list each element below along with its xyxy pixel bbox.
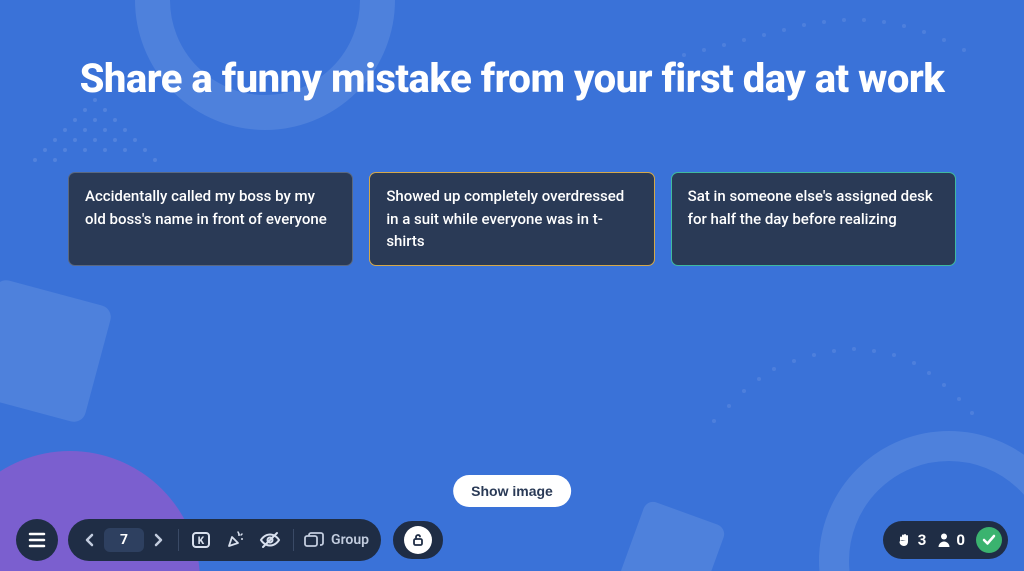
status-badge <box>976 527 1002 553</box>
svg-text:K: K <box>198 536 205 547</box>
raised-hands-stat: 3 <box>897 531 927 549</box>
response-card[interactable]: Showed up completely overdressed in a su… <box>369 172 654 266</box>
chevron-right-icon <box>154 533 164 547</box>
bottom-toolbar: 7 K <box>16 519 1008 561</box>
eye-off-icon <box>259 531 281 549</box>
participants-stat: 0 <box>937 531 965 549</box>
main-controls-pill: 7 K <box>68 519 381 561</box>
confetti-icon <box>225 530 245 550</box>
slide-number[interactable]: 7 <box>104 528 144 552</box>
stats-pill[interactable]: 3 0 <box>883 521 1008 559</box>
person-icon <box>937 532 951 548</box>
menu-button[interactable] <box>16 519 58 561</box>
unlock-icon <box>411 533 425 547</box>
participants-count: 0 <box>956 531 965 549</box>
check-icon <box>982 534 996 546</box>
hand-icon <box>897 532 913 549</box>
menu-icon <box>28 532 46 548</box>
group-button[interactable]: Group <box>304 532 369 548</box>
response-card[interactable]: Sat in someone else's assigned desk for … <box>671 172 956 266</box>
raised-hands-count: 3 <box>918 531 927 549</box>
group-icon <box>304 532 324 548</box>
confetti-button[interactable] <box>223 528 247 552</box>
lock-toggle-button[interactable] <box>391 519 445 561</box>
response-card[interactable]: Accidentally called my boss by my old bo… <box>68 172 353 266</box>
hide-results-button[interactable] <box>257 529 283 551</box>
show-image-button[interactable]: Show image <box>453 475 571 507</box>
group-label: Group <box>331 532 369 548</box>
prev-slide-button[interactable] <box>80 529 98 551</box>
response-text: Sat in someone else's assigned desk for … <box>688 185 939 230</box>
next-slide-button[interactable] <box>150 529 168 551</box>
keyboard-shortcuts-button[interactable]: K <box>189 529 213 551</box>
page-title: Share a funny mistake from your first da… <box>40 55 985 102</box>
response-text: Showed up completely overdressed in a su… <box>386 185 637 253</box>
response-text: Accidentally called my boss by my old bo… <box>85 185 336 230</box>
responses-row: Accidentally called my boss by my old bo… <box>0 172 1024 266</box>
keyboard-icon: K <box>191 531 211 549</box>
chevron-left-icon <box>84 533 94 547</box>
